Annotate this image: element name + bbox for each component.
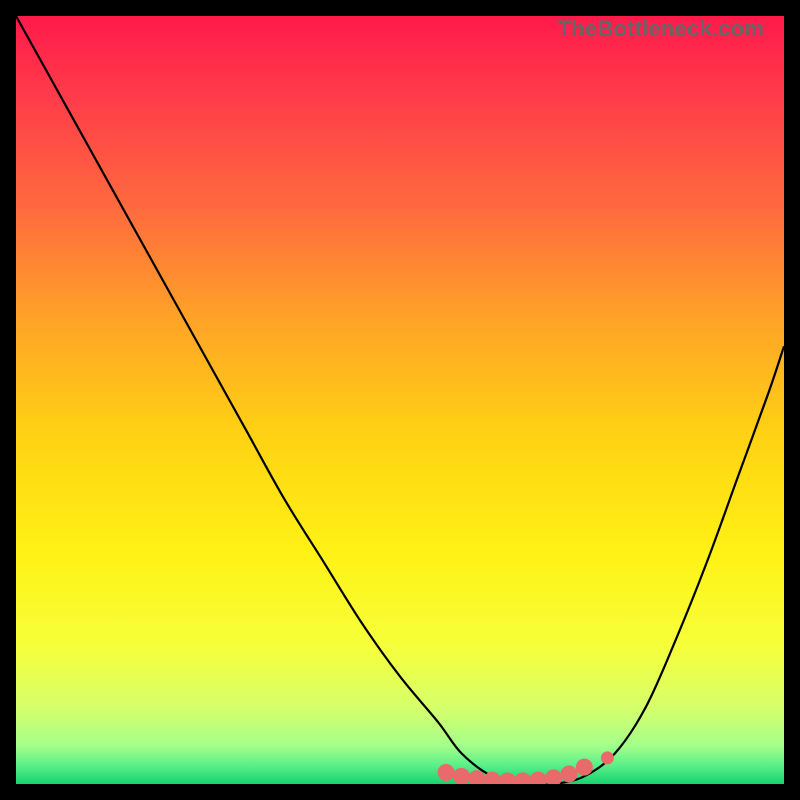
bottleneck-chart: [16, 16, 784, 784]
marker-dot: [438, 764, 455, 781]
gradient-background: [16, 16, 784, 784]
watermark-text: TheBottleneck.com: [558, 16, 764, 42]
chart-frame: TheBottleneck.com: [16, 16, 784, 784]
marker-dot: [576, 759, 593, 776]
marker-dot: [560, 766, 577, 783]
marker-dot: [601, 751, 614, 764]
